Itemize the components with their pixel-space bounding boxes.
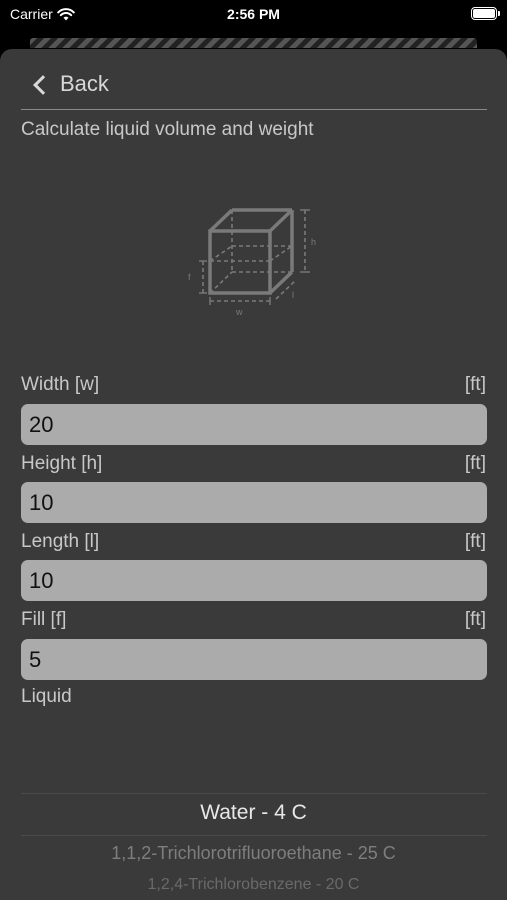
page-subtitle: Calculate liquid volume and weight	[21, 119, 314, 140]
height-label: Height [h]	[21, 453, 103, 474]
header-divider	[21, 109, 487, 110]
calculator-sheet: Back Calculate liquid volume and weight	[0, 49, 507, 900]
tank-front-face	[208, 229, 272, 295]
width-label: Width [w]	[21, 374, 100, 395]
clock: 2:56 PM	[227, 6, 280, 22]
length-unit: [ft]	[464, 531, 486, 552]
status-bar: Carrier 2:56 PM	[0, 0, 507, 30]
liquid-label: Liquid	[21, 686, 72, 707]
fill-label: Fill [f]	[21, 609, 67, 630]
picker-selection-bottom-line	[21, 835, 487, 836]
diagram-label-w: w	[235, 307, 243, 317]
height-unit: [ft]	[464, 453, 486, 474]
length-input[interactable]	[21, 560, 487, 601]
height-input[interactable]	[21, 482, 487, 523]
length-label: Length [l]	[21, 531, 100, 552]
fill-input[interactable]	[21, 639, 487, 680]
picker-option[interactable]: 1,1,2-Trichlorotrifluoroethane - 25 C	[0, 843, 507, 864]
chevron-left-icon	[33, 74, 53, 95]
diagram-label-f: f	[188, 272, 191, 282]
picker-selected-option[interactable]: Water - 4 C	[0, 801, 507, 825]
diagram-label-l: l	[292, 290, 294, 300]
back-label: Back	[60, 71, 109, 96]
width-unit: [ft]	[464, 374, 486, 395]
picker-selection-top-line	[21, 793, 487, 794]
diagram-label-h: h	[311, 237, 316, 247]
width-input[interactable]	[21, 404, 487, 445]
battery-icon	[471, 7, 500, 20]
back-button[interactable]: Back	[33, 71, 109, 97]
background-sheet-edge	[30, 38, 477, 48]
fill-unit: [ft]	[464, 609, 486, 630]
picker-option[interactable]: 1,2,4-Trichlorobenzene - 20 C	[0, 876, 507, 894]
tank-dimensions-diagram: h f l w	[188, 208, 316, 317]
